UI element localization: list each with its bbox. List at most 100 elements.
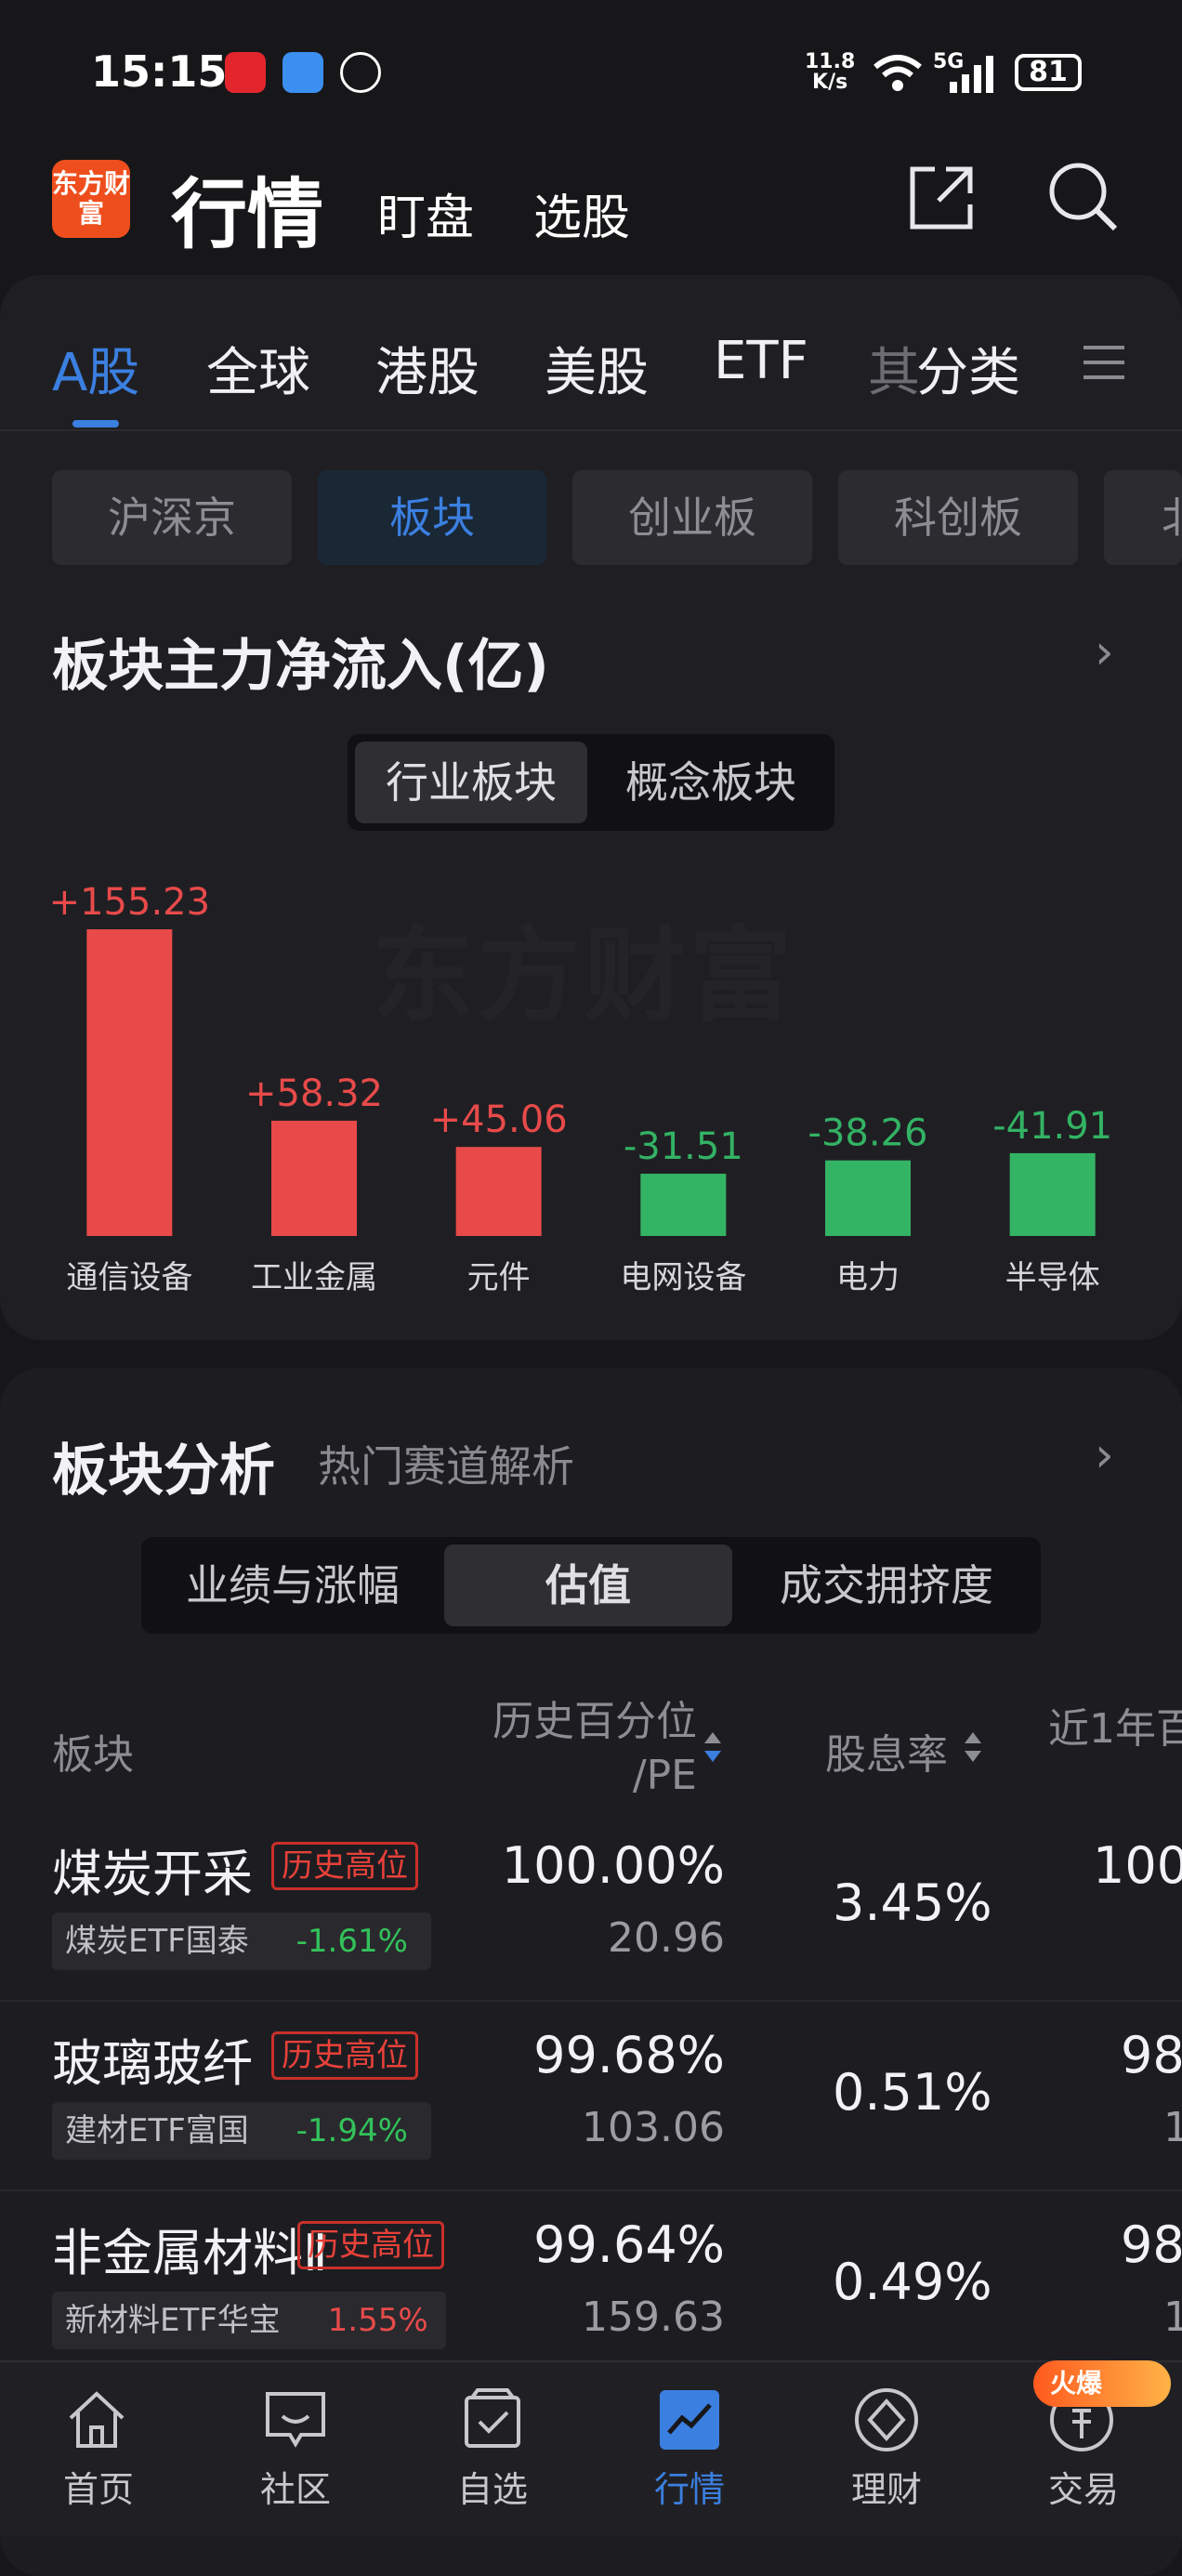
analysis-segment: 业绩与涨幅 估值 成交拥挤度 [141, 1537, 1041, 1634]
row-1y: 98 [1121, 2215, 1182, 2274]
row-1y-sub: 1 [1163, 2293, 1182, 2341]
sector-type-toggle: 行业板块 概念板块 [348, 734, 834, 831]
toggle-industry[interactable]: 行业板块 [355, 742, 587, 823]
row-sector-name: 玻璃玻纤 [52, 2034, 253, 2093]
row-pe-percentile: 100.00% [501, 1836, 725, 1895]
row-tag: 历史高位 [271, 2031, 418, 2080]
sort-icon[interactable] [703, 1730, 723, 1764]
bar-category-label-5: 半导体 [1005, 1259, 1100, 1296]
row-1y: 98 [1121, 2026, 1182, 2084]
app-logo: 东方财富 [52, 160, 130, 238]
bar-3[interactable] [640, 1174, 727, 1236]
row-dividend-yield: 0.51% [833, 2063, 992, 2122]
col-header-dividend-yield[interactable]: 股息率 [825, 1721, 948, 1781]
chip-beijing[interactable]: 北 [1104, 470, 1182, 565]
seg-crowding[interactable]: 成交拥挤度 [740, 1544, 1033, 1626]
search-icon[interactable] [1046, 160, 1121, 234]
chip-star-market[interactable]: 科创板 [838, 470, 1078, 565]
analysis-section-title[interactable]: 板块分析 [52, 1426, 275, 1506]
battery-indicator: 81 [1015, 54, 1082, 91]
row-pe-percentile: 99.64% [533, 2215, 725, 2274]
gesture-notification-icon [340, 52, 381, 93]
row-dividend-yield: 3.45% [833, 1873, 992, 1932]
row-sector-name: 非金属材料Ⅱ [52, 2224, 328, 2282]
watchlist-icon[interactable] [459, 2386, 526, 2453]
nav-home[interactable]: 首页 [6, 2461, 191, 2512]
row-1y-sub: 1 [1163, 2104, 1182, 2151]
tab-etf[interactable]: ETF [714, 331, 808, 391]
signal-bars-icon [950, 56, 993, 93]
chip-shenzhen-shanghai-beijing[interactable]: 沪深京 [52, 470, 292, 565]
row-etf[interactable]: 新材料ETF华宝 1.55% [52, 2292, 446, 2349]
tab-a-share[interactable]: A股 [52, 331, 139, 406]
tab-category[interactable]: 分类 [916, 331, 1020, 406]
tab-global[interactable]: 全球 [206, 331, 310, 406]
row-pe: 103.06 [582, 2104, 725, 2151]
seg-valuation[interactable]: 估值 [444, 1544, 732, 1626]
bar-0[interactable] [86, 929, 173, 1236]
wifi-icon [873, 55, 922, 91]
row-1y: 100 [1093, 1836, 1182, 1895]
menu-icon[interactable] [1082, 340, 1126, 385]
sort-icon[interactable] [963, 1730, 983, 1764]
chevron-right-icon[interactable]: › [1095, 1427, 1114, 1483]
bar-5[interactable] [1009, 1152, 1096, 1236]
net-speed: 11.8 K/s [805, 50, 856, 94]
flow-section-title[interactable]: 板块主力净流入(亿) [52, 621, 549, 702]
row-etf[interactable]: 煤炭ETF国泰 -1.61% [52, 1912, 431, 1970]
col-header-1y[interactable]: 近1年百 [1048, 1695, 1182, 1755]
bar-1[interactable] [271, 1121, 357, 1236]
bar-value-label-5: -41.91 [992, 1105, 1112, 1148]
hot-badge: 火爆 [1033, 2360, 1171, 2407]
nav-watch[interactable]: 盯盘 [377, 178, 474, 248]
bar-category-label-0: 通信设备 [66, 1259, 192, 1296]
tab-other[interactable]: 其 [868, 331, 920, 406]
bar-4[interactable] [825, 1160, 911, 1236]
nav-watchlist[interactable]: 自选 [400, 2461, 585, 2512]
bar-category-label-1: 工业金属 [251, 1259, 377, 1296]
message-notification-icon [282, 52, 323, 93]
tab-us[interactable]: 美股 [545, 331, 649, 406]
table-row[interactable]: 玻璃玻纤 历史高位 建材ETF富国 -1.94% 99.68% 103.06 0… [0, 2002, 1182, 2191]
market-chart-icon[interactable] [656, 2386, 723, 2453]
bar-value-label-0: +155.23 [49, 881, 210, 924]
col-header-pe-percentile[interactable]: 历史百分位 /PE [483, 1695, 697, 1803]
nav-stock-picker[interactable]: 选股 [533, 178, 630, 248]
col-header-sector: 板块 [52, 1731, 134, 1779]
tab-hk[interactable]: 港股 [375, 331, 479, 406]
tab-divider [0, 429, 1182, 431]
bar-value-label-1: +58.32 [245, 1072, 383, 1115]
row-tag: 历史高位 [271, 1842, 418, 1890]
row-sector-name: 煤炭开采 [52, 1845, 253, 1903]
chip-chinext[interactable]: 创业板 [572, 470, 812, 565]
toggle-concept[interactable]: 概念板块 [595, 742, 827, 823]
nav-community[interactable]: 社区 [203, 2461, 388, 2512]
wealth-icon[interactable] [853, 2386, 920, 2453]
community-icon[interactable] [262, 2386, 329, 2453]
active-tab-indicator [72, 420, 119, 427]
flow-bar-chart: +155.23 通信设备 +58.32 工业金属 +45.06 元件 -31.51 电网设备 -… [49, 881, 1113, 1296]
chevron-right-icon[interactable]: › [1095, 624, 1114, 680]
row-pe: 20.96 [608, 1914, 725, 1962]
bar-value-label-4: -38.26 [808, 1112, 928, 1155]
bar-value-label-3: -31.51 [624, 1125, 743, 1168]
bar-2[interactable] [455, 1147, 542, 1236]
table-row[interactable]: 非金属材料Ⅱ 历史高位 新材料ETF华宝 1.55% 99.64% 159.63… [0, 2191, 1182, 2368]
bar-category-label-2: 元件 [467, 1259, 531, 1296]
bar-category-label-3: 电网设备 [620, 1259, 746, 1296]
analysis-subtitle: 热门赛道解析 [318, 1441, 574, 1492]
nav-market[interactable]: 行情 [597, 2461, 782, 2512]
row-pe: 159.63 [582, 2293, 725, 2341]
nav-trade[interactable]: 交易 [991, 2461, 1176, 2512]
app-notification-icon [225, 52, 266, 93]
table-row[interactable]: 煤炭开采 历史高位 煤炭ETF国泰 -1.61% 100.00% 20.96 3… [0, 1812, 1182, 2002]
home-icon[interactable] [63, 2386, 130, 2453]
share-icon[interactable] [907, 164, 976, 232]
bar-value-label-2: +45.06 [430, 1098, 568, 1141]
seg-performance[interactable]: 业绩与涨幅 [149, 1544, 437, 1626]
row-pe-percentile: 99.68% [533, 2026, 725, 2084]
nav-wealth[interactable]: 理财 [794, 2461, 979, 2512]
row-dividend-yield: 0.49% [833, 2253, 992, 2311]
chip-sector[interactable]: 板块 [318, 470, 546, 565]
row-etf[interactable]: 建材ETF富国 -1.94% [52, 2102, 431, 2160]
